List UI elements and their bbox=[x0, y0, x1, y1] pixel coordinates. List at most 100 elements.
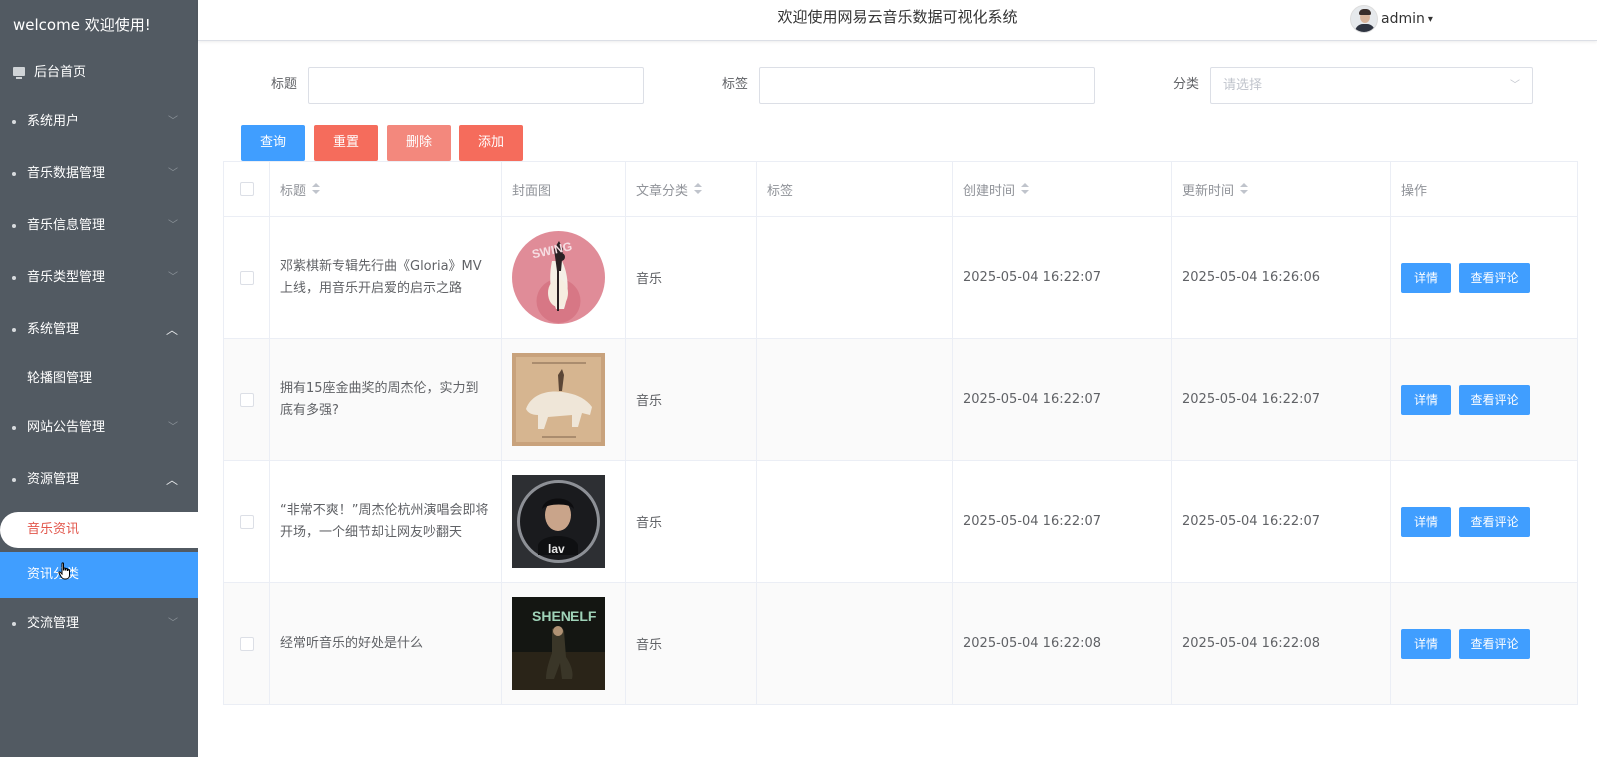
detail-button[interactable]: 详情 bbox=[1401, 262, 1451, 293]
svg-text:lav: lav bbox=[548, 542, 565, 556]
sort-icon[interactable] bbox=[1021, 183, 1030, 195]
title-label: 标题 bbox=[271, 77, 298, 92]
table-row: 邓紫棋新专辑先行曲《Gloria》MV上线，用音乐开启爱的启示之路 SWING … bbox=[224, 217, 1577, 339]
category-placeholder: 请选择 bbox=[1223, 78, 1263, 93]
sort-icon[interactable] bbox=[694, 183, 703, 195]
cover-image: SHEN ELF bbox=[512, 597, 605, 690]
add-button[interactable]: 添加 bbox=[459, 125, 523, 161]
svg-text:ELF: ELF bbox=[570, 608, 597, 624]
cover-image: lav bbox=[512, 475, 605, 568]
row-updated: 2025-05-04 16:26:06 bbox=[1182, 270, 1321, 285]
table-row: 拥有15座金曲奖的周杰伦，实力到底有多强? 音乐 2025-05-04 16:2… bbox=[224, 339, 1577, 461]
table-header: 标题 封面图 文章分类 标签 创建时间 更新时间 操作 bbox=[224, 162, 1577, 217]
sidebar-item-label: 资源管理 bbox=[27, 472, 80, 487]
sidebar-item-announcements[interactable]: 网站公告管理 ﹀ bbox=[0, 402, 198, 454]
chevron-down-icon: ﹀ bbox=[1510, 80, 1520, 91]
view-comments-button[interactable]: 查看评论 bbox=[1459, 262, 1530, 293]
chevron-down-icon: ﹀ bbox=[168, 220, 178, 231]
header-updated[interactable]: 更新时间 bbox=[1172, 162, 1391, 216]
row-title: 邓紫棋新专辑先行曲《Gloria》MV上线，用音乐开启爱的启示之路 bbox=[280, 258, 482, 296]
sidebar-item-label: 音乐数据管理 bbox=[27, 166, 106, 181]
sidebar-item-home[interactable]: 后台首页 bbox=[0, 50, 198, 96]
header-title[interactable]: 标题 bbox=[270, 162, 502, 216]
row-created: 2025-05-04 16:22:07 bbox=[963, 392, 1102, 407]
detail-button[interactable]: 详情 bbox=[1401, 628, 1451, 659]
bullet-icon bbox=[12, 426, 16, 430]
chevron-up-icon: ︿ bbox=[165, 323, 178, 337]
sidebar-subitem-news-category[interactable]: 资讯分类 bbox=[0, 552, 198, 598]
header-created[interactable]: 创建时间 bbox=[953, 162, 1172, 216]
sidebar-subitem-music-news[interactable]: 音乐资讯 bbox=[0, 512, 208, 548]
chevron-up-icon: ︿ bbox=[165, 473, 178, 487]
sidebar-item-music-data[interactable]: 音乐数据管理 ﹀ bbox=[0, 148, 198, 200]
header-actions: 操作 bbox=[1401, 183, 1428, 199]
news-table: 标题 封面图 文章分类 标签 创建时间 更新时间 操作 邓紫棋新专辑先行曲《Gl… bbox=[223, 161, 1578, 705]
reset-button[interactable]: 重置 bbox=[314, 125, 378, 161]
bullet-icon bbox=[12, 622, 16, 626]
bullet-icon bbox=[12, 172, 16, 176]
cover-image: SWING bbox=[512, 231, 605, 324]
svg-text:SHEN: SHEN bbox=[532, 608, 571, 624]
sidebar-item-label: 音乐类型管理 bbox=[27, 270, 106, 285]
sidebar-item-system-manage[interactable]: 系统管理 ︿ bbox=[0, 304, 198, 356]
sidebar-item-exchange[interactable]: 交流管理 ﹀ bbox=[0, 598, 198, 650]
hand-cursor-icon bbox=[58, 562, 70, 580]
view-comments-button[interactable]: 查看评论 bbox=[1459, 384, 1530, 415]
bullet-icon bbox=[12, 328, 16, 332]
bullet-icon bbox=[12, 224, 16, 228]
checkbox[interactable] bbox=[239, 182, 254, 196]
checkbox[interactable] bbox=[239, 392, 254, 407]
sidebar-subitem-carousel[interactable]: 轮播图管理 bbox=[0, 356, 198, 402]
header-category[interactable]: 文章分类 bbox=[626, 162, 757, 216]
row-updated: 2025-05-04 16:22:08 bbox=[1182, 636, 1321, 651]
delete-button[interactable]: 删除 bbox=[387, 125, 451, 161]
row-updated: 2025-05-04 16:22:07 bbox=[1182, 392, 1321, 407]
category-label: 分类 bbox=[1173, 77, 1200, 92]
chevron-down-icon: ﹀ bbox=[168, 618, 178, 629]
view-comments-button[interactable]: 查看评论 bbox=[1459, 628, 1530, 659]
sidebar-item-label: 音乐信息管理 bbox=[27, 218, 106, 233]
detail-button[interactable]: 详情 bbox=[1401, 384, 1451, 415]
detail-button[interactable]: 详情 bbox=[1401, 506, 1451, 537]
cover-image bbox=[512, 353, 605, 446]
tag-input[interactable] bbox=[759, 67, 1095, 104]
checkbox[interactable] bbox=[239, 636, 254, 651]
view-comments-button[interactable]: 查看评论 bbox=[1459, 506, 1530, 537]
checkbox[interactable] bbox=[239, 514, 254, 529]
row-updated: 2025-05-04 16:22:07 bbox=[1182, 514, 1321, 529]
chevron-down-icon: ﹀ bbox=[168, 168, 178, 179]
sidebar-item-resources[interactable]: 资源管理 ︿ bbox=[0, 454, 198, 506]
sidebar-welcome: welcome 欢迎使用! bbox=[13, 16, 151, 34]
header-cover: 封面图 bbox=[502, 162, 626, 216]
row-title: 拥有15座金曲奖的周杰伦，实力到底有多强? bbox=[280, 380, 479, 418]
sidebar-item-label: 交流管理 bbox=[27, 616, 80, 631]
bullet-icon bbox=[12, 276, 16, 280]
username: admin bbox=[1381, 11, 1425, 27]
sidebar-item-music-type[interactable]: 音乐类型管理 ﹀ bbox=[0, 252, 198, 304]
chevron-down-icon: ▾ bbox=[1427, 13, 1433, 25]
sidebar-item-label: 网站公告管理 bbox=[27, 420, 106, 435]
sidebar-item-music-info[interactable]: 音乐信息管理 ﹀ bbox=[0, 200, 198, 252]
header-select-all[interactable] bbox=[224, 162, 270, 216]
table-row: “非常不爽！”周杰伦杭州演唱会即将开场，一个细节却让网友吵翻天 lav 音乐 2… bbox=[224, 461, 1577, 583]
sort-icon[interactable] bbox=[312, 183, 321, 195]
category-select[interactable]: 请选择 ﹀ bbox=[1210, 67, 1533, 104]
chevron-down-icon: ﹀ bbox=[168, 116, 178, 127]
avatar bbox=[1350, 5, 1378, 33]
row-category: 音乐 bbox=[636, 394, 663, 409]
table-row: 经常听音乐的好处是什么 SHEN ELF 音乐 2025-05-04 16:22… bbox=[224, 583, 1577, 705]
sidebar-item-label: 系统管理 bbox=[27, 322, 80, 337]
row-category: 音乐 bbox=[636, 272, 663, 287]
tag-label: 标签 bbox=[722, 77, 749, 92]
checkbox[interactable] bbox=[239, 270, 254, 285]
sidebar-item-label: 系统用户 bbox=[27, 114, 80, 129]
chevron-down-icon: ﹀ bbox=[168, 422, 178, 433]
query-button[interactable]: 查询 bbox=[241, 125, 305, 161]
user-menu[interactable]: admin ▾ bbox=[1350, 4, 1433, 34]
sort-icon[interactable] bbox=[1240, 183, 1249, 195]
sidebar-item-system-users[interactable]: 系统用户 ﹀ bbox=[0, 96, 198, 148]
sidebar: welcome 欢迎使用! 后台首页 系统用户 ﹀ 音乐数据管理 ﹀ 音乐信息管… bbox=[0, 0, 208, 757]
title-input[interactable] bbox=[308, 67, 644, 104]
row-title: “非常不爽！”周杰伦杭州演唱会即将开场，一个细节却让网友吵翻天 bbox=[280, 502, 489, 540]
row-category: 音乐 bbox=[636, 516, 663, 531]
